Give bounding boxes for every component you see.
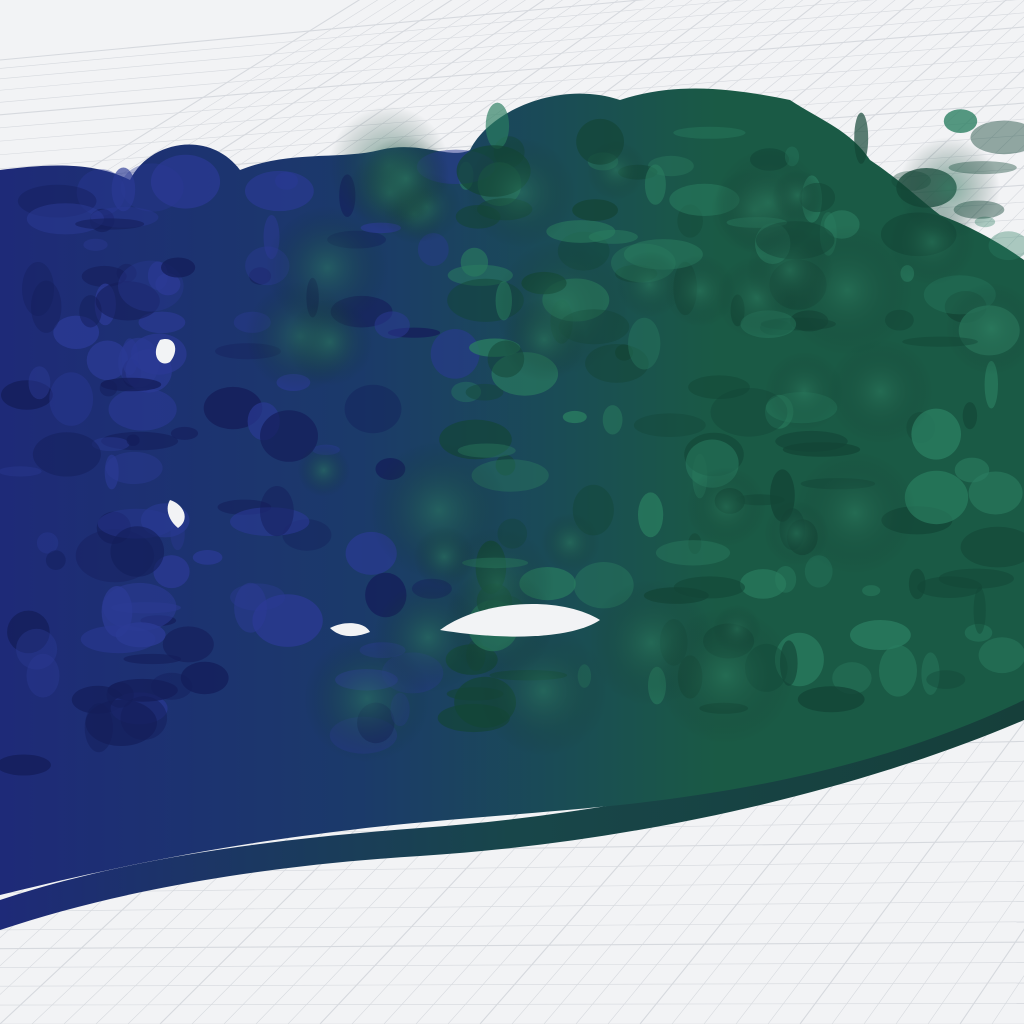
relief-bump (45, 550, 66, 570)
relief-bump (430, 329, 480, 379)
grid-line (0, 982, 1024, 987)
relief-bump (26, 203, 104, 235)
relief-bump (775, 566, 797, 593)
relief-bump (32, 432, 101, 477)
relief-bump (460, 247, 489, 277)
relief-bump (105, 451, 163, 485)
relief-highlight (657, 607, 794, 744)
relief-bump (572, 199, 618, 222)
relief-highlight (686, 467, 766, 547)
relief-bump (108, 388, 177, 431)
grid-line (0, 962, 1024, 968)
relief-bump (850, 620, 911, 650)
relief-bump (121, 338, 139, 376)
relief-highlight (764, 500, 829, 566)
relief-bump (123, 653, 182, 665)
relief-bump (36, 532, 59, 554)
relief-highlight (898, 137, 1000, 239)
relief-bump (775, 430, 848, 452)
relief-highlight (765, 351, 844, 431)
grid-line (0, 941, 1024, 950)
relief-highlight (540, 513, 600, 572)
relief-bump (968, 471, 1023, 515)
relief-highlight (413, 526, 475, 588)
relief-bump (879, 645, 917, 697)
relief-highlight (465, 137, 576, 248)
relief-bump (602, 405, 623, 435)
grid-line (0, 901, 1024, 912)
relief-bump (192, 550, 223, 565)
grid-line (0, 0, 746, 69)
relief-bump (170, 426, 199, 440)
grid-line (0, 1003, 1024, 1006)
relief-bump (962, 402, 978, 430)
relief-bump (100, 377, 162, 392)
relief-highlight (372, 582, 483, 693)
relief-highlight (616, 251, 683, 318)
relief-bump (161, 257, 196, 278)
relief-bump (28, 366, 51, 400)
relief-bump (115, 622, 166, 648)
relief-highlight (362, 135, 450, 223)
relief-bump (0, 466, 42, 477)
3d-viewport[interactable] (0, 0, 1024, 1024)
relief-bump (978, 637, 1024, 674)
relief-bump (638, 492, 664, 538)
relief-bump (230, 583, 286, 611)
relief-bump (854, 112, 869, 164)
relief-bump (633, 413, 706, 438)
relief-bump (588, 229, 638, 244)
relief-bump (943, 109, 978, 133)
relief-bump (344, 384, 402, 434)
relief-bump (49, 372, 94, 426)
relief-bump (374, 311, 410, 339)
relief-highlight (286, 298, 374, 386)
relief-bump (562, 410, 587, 424)
relief-bump (260, 486, 294, 537)
relief-highlight (297, 444, 350, 497)
relief-bump (111, 167, 136, 212)
relief-bump (26, 653, 60, 698)
relief-bump (797, 686, 865, 713)
relief-bump (120, 696, 167, 740)
relief-bump (110, 526, 165, 577)
relief-highlight (502, 298, 586, 382)
relief-bump (644, 164, 666, 205)
relief-bump (83, 238, 108, 251)
relief-highlight (586, 140, 646, 200)
3d-scene (0, 0, 1024, 1024)
relief-bump (862, 585, 881, 597)
relief-bump (917, 576, 983, 598)
relief-bump (275, 172, 298, 190)
relief-bump (31, 280, 62, 333)
relief-bump (75, 218, 145, 230)
relief-highlight (772, 169, 824, 221)
relief-bump (673, 126, 746, 139)
relief-bump (628, 317, 661, 370)
relief-bump (973, 587, 986, 634)
relief-bump (126, 434, 140, 446)
relief-bump (688, 375, 750, 400)
relief-bump (926, 670, 966, 689)
